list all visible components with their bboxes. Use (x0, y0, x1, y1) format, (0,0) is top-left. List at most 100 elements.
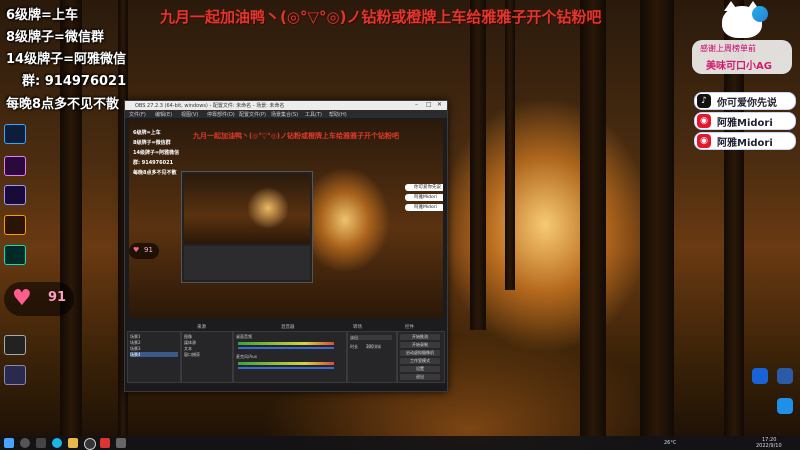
audio-meter (238, 342, 334, 345)
menu-profile[interactable]: 配置文件(P) (239, 111, 266, 118)
preview-like-count: 91 (144, 246, 153, 254)
app-icon[interactable] (752, 368, 768, 384)
premiere-icon[interactable] (4, 156, 26, 176)
preview-overlay-line: 14级牌子=阿雅微信 (133, 150, 180, 156)
menu-docks[interactable]: 停靠部件(D) (207, 111, 235, 118)
overlay-line: 每晚8点多不见不散 (6, 97, 120, 112)
volume-slider[interactable] (238, 347, 334, 349)
tiktok-icon: ♪ (697, 94, 711, 108)
transitions-panel[interactable]: 淡出 时长 300 ms (347, 331, 397, 383)
app-icon[interactable] (4, 335, 26, 355)
weibo-icon: ◉ (697, 134, 711, 148)
heart-icon: ♥ (133, 246, 140, 254)
after-effects-icon[interactable] (4, 185, 26, 205)
search-icon[interactable] (20, 438, 30, 448)
clock-date: 2022/9/10 (756, 443, 782, 449)
scene-item[interactable]: 场景4 (130, 352, 178, 357)
tree-trunk (505, 0, 515, 290)
preview-badge: 你可爱你先说 (405, 184, 443, 191)
audio-meter (238, 362, 334, 365)
app-icon[interactable] (777, 368, 793, 384)
close-icon[interactable]: ✕ (437, 102, 442, 108)
dock-title-mixer: 混音器 (281, 325, 295, 330)
obs-menubar: 文件(F) 编辑(E) 视图(V) 停靠部件(D) 配置文件(P) 场景集合(S… (125, 110, 447, 118)
volume-slider[interactable] (238, 367, 334, 369)
app-icon[interactable] (100, 438, 110, 448)
menu-tools[interactable]: 工具(T) (305, 111, 322, 118)
obs-icon[interactable] (84, 438, 96, 450)
weibo-icon: ◉ (697, 114, 711, 128)
scene-item[interactable]: 场景2 (130, 340, 141, 345)
social-badge-weibo: ◉ 阿雅Midori (694, 132, 796, 150)
menu-help[interactable]: 帮助(H) (329, 111, 347, 118)
tree-trunk (580, 0, 606, 436)
audition-icon[interactable] (4, 245, 26, 265)
preview-badge: 阿雅Midori (405, 194, 443, 201)
sources-panel[interactable]: 图像 媒体源 文本 窗口捕获 (181, 331, 233, 383)
nested-preview (184, 174, 310, 244)
nested-panels (184, 246, 310, 280)
app-icon[interactable] (777, 398, 793, 414)
dock-title-transitions: 转场 (353, 325, 362, 330)
scene-item[interactable]: 场景3 (130, 346, 141, 351)
menu-file[interactable]: 文件(F) (129, 111, 146, 118)
social-label: 你可爱你先说 (717, 98, 777, 109)
weather-temp: 26°C (664, 440, 677, 446)
dock-title-controls: 控件 (405, 325, 414, 330)
exit-button[interactable]: 退出 (400, 374, 440, 380)
preview-like-counter: ♥ 91 (129, 243, 159, 259)
tree-trunk (640, 0, 674, 436)
app-icon[interactable] (116, 438, 126, 448)
overlay-line: 群: 914976021 (22, 74, 127, 89)
taskview-icon[interactable] (36, 438, 46, 448)
minimize-icon[interactable]: – (415, 102, 418, 108)
transition-type[interactable]: 淡出 (350, 335, 392, 340)
source-item[interactable]: 窗口捕获 (184, 352, 200, 357)
app-icon[interactable] (4, 365, 26, 385)
mixer-channel-label: 桌面音频 (236, 334, 252, 339)
source-item[interactable]: 文本 (184, 346, 192, 351)
source-item[interactable]: 媒体源 (184, 340, 196, 345)
virtual-camera-button[interactable]: 启动虚拟摄像机 (400, 350, 440, 356)
start-icon[interactable] (4, 438, 14, 448)
scene-item[interactable]: 场景1 (130, 334, 141, 339)
transition-duration[interactable]: 300 ms (366, 344, 381, 349)
obs-window[interactable]: OBS 27.2.3 (64-bit, windows) - 配置文件: 未命名… (124, 100, 448, 392)
heart-icon: ♥ (12, 286, 32, 311)
like-counter: ♥ 91 (4, 282, 74, 316)
obs-preview[interactable]: 九月一起加油鸭丶(◎°▽°◎)ノ钻粉或橙牌上车给雅雅子开个钻粉吧 6级牌=上车 … (129, 120, 443, 318)
audio-mixer-panel[interactable]: 桌面音频 麦克风/Aux (233, 331, 347, 383)
settings-button[interactable]: 设置 (400, 366, 440, 372)
overlay-line: 8级牌子=微信群 (6, 30, 104, 45)
stream-headline: 九月一起加油鸭丶(◎°▽°◎)ノ钻粉或橙牌上车给雅雅子开个钻粉吧 (160, 8, 602, 26)
overlay-line: 14级牌子=阿雅微信 (6, 52, 126, 67)
explorer-icon[interactable] (68, 438, 78, 448)
cat-sticker-card: 感谢上周榜单前 美味可口小AG (692, 1, 792, 76)
menu-edit[interactable]: 编辑(E) (155, 111, 172, 118)
menu-scene-collection[interactable]: 场景集合(S) (271, 111, 298, 118)
start-streaming-button[interactable]: 开始推流 (400, 334, 440, 340)
obs-titlebar[interactable]: OBS 27.2.3 (64-bit, windows) - 配置文件: 未命名… (125, 101, 447, 110)
nested-obs-window (181, 171, 313, 283)
source-item[interactable]: 图像 (184, 334, 192, 339)
social-label: 阿雅Midori (717, 118, 773, 129)
menu-view[interactable]: 视图(V) (181, 111, 198, 118)
transition-duration-label: 时长 (350, 344, 358, 349)
maximize-icon[interactable]: □ (426, 102, 432, 108)
tree-trunk (470, 0, 486, 330)
controls-panel: 开始推流 开始录制 启动虚拟摄像机 工作室模式 设置 退出 (397, 331, 445, 383)
studio-mode-button[interactable]: 工作室模式 (400, 358, 440, 364)
scenes-panel[interactable]: 场景1 场景2 场景3 场景4 (127, 331, 181, 383)
illustrator-icon[interactable] (4, 215, 26, 235)
mixer-channel-label: 麦克风/Aux (236, 354, 257, 359)
preview-overlay-line: 8级牌子=微信群 (133, 140, 171, 146)
overlay-line: 6级牌=上车 (6, 8, 78, 23)
preview-overlay-line: 6级牌=上车 (133, 130, 161, 136)
edge-icon[interactable] (52, 438, 62, 448)
social-badge-tiktok: ♪ 你可爱你先说 (694, 92, 796, 110)
photoshop-icon[interactable] (4, 124, 26, 144)
preview-overlay-line: 每晚8点多不见不散 (133, 170, 177, 176)
like-count: 91 (48, 290, 67, 305)
start-recording-button[interactable]: 开始录制 (400, 342, 440, 348)
edge-icon[interactable] (752, 6, 768, 22)
